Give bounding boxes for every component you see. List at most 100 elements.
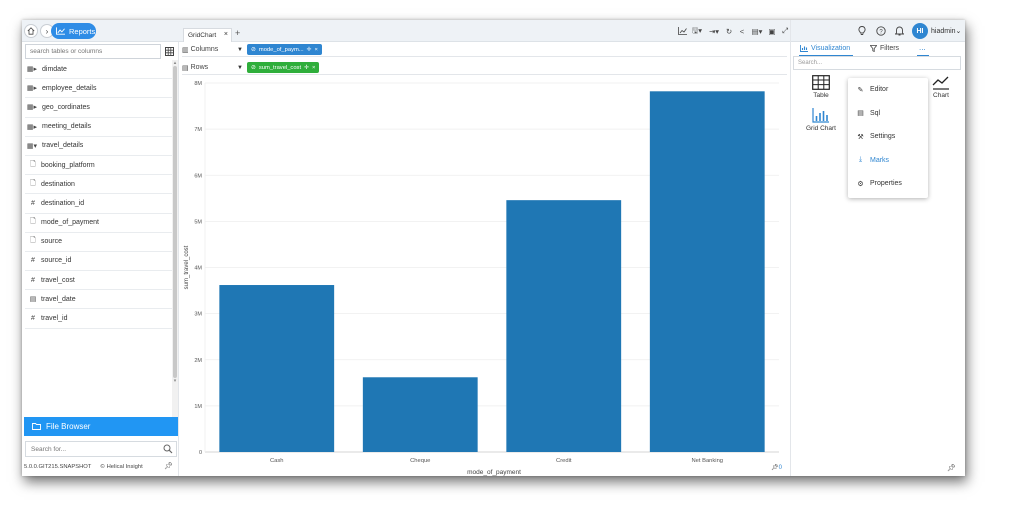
refresh-icon[interactable]: ↻: [724, 26, 734, 36]
columns-dropdown-icon[interactable]: ▼: [237, 47, 247, 53]
pin-icon[interactable]: 📌︎: [164, 462, 173, 470]
drag-handle-icon[interactable]: ✛: [304, 65, 309, 71]
tab-filters[interactable]: Filters: [870, 45, 899, 52]
grid-view-toggle[interactable]: [164, 46, 175, 57]
rows-field-pill[interactable]: ⊘ sum_travel_cost ✛ ×: [247, 62, 320, 73]
tree-item-label: geo_cordinates: [42, 103, 90, 111]
add-tab-icon[interactable]: +: [235, 28, 240, 38]
reports-button[interactable]: Reports: [51, 23, 96, 39]
bar-chart-icon: [812, 108, 829, 123]
tree-table-meeting-details[interactable]: ▦▸ meeting_details: [25, 118, 172, 137]
copyright-icon: ©: [100, 464, 105, 470]
menu-item-properties[interactable]: ⚙ Properties: [848, 172, 928, 196]
fullscreen-icon[interactable]: ⤢: [780, 26, 790, 36]
scroll-down-icon[interactable]: ▾: [172, 378, 178, 384]
tree-column-destination-id[interactable]: # destination_id: [25, 194, 172, 214]
visualization-search-input[interactable]: Search...: [793, 56, 961, 70]
y-tick-label: 2M: [194, 358, 202, 364]
gear-icon: ⚙: [857, 180, 864, 188]
file-browser-button[interactable]: File Browser: [24, 417, 178, 436]
right-tabs: Visualization Filters ...: [791, 42, 965, 56]
table-search-row: [25, 44, 176, 59]
table-caret-down-icon: ▦▾: [26, 142, 38, 150]
menu-item-marks[interactable]: ⤓ Marks: [848, 149, 928, 173]
tree-item-label: travel_details: [42, 142, 84, 150]
bar[interactable]: [362, 377, 478, 452]
menu-item-editor[interactable]: ✎ Editor: [848, 78, 928, 102]
tree-column-destination[interactable]: 🗋 destination: [25, 175, 172, 195]
file-search-box: [25, 441, 177, 457]
lightbulb-icon[interactable]: [856, 25, 868, 37]
y-tick-label: 1M: [194, 404, 202, 410]
y-tick-label: 7M: [194, 127, 202, 133]
columns-shelf-label: ▥ Columns: [182, 46, 237, 54]
chevron-down-icon: ⌄: [955, 28, 962, 35]
more-options-button[interactable]: ...: [919, 43, 926, 52]
tree-column-source[interactable]: 🗋 source: [25, 233, 172, 252]
wrench-icon: ⚒: [857, 133, 864, 141]
grid-icon: [165, 47, 174, 56]
y-tick-label: 6M: [194, 173, 202, 179]
tree-table-geo-cordinates[interactable]: ▦▸ geo_cordinates: [25, 98, 172, 118]
present-icon[interactable]: ▣: [767, 26, 777, 36]
chart-pin-button[interactable]: 📌︎0: [771, 464, 782, 471]
columns-field-pill[interactable]: ⊘ mode_of_paym... ✛ ×: [247, 44, 322, 55]
menu-item-sql[interactable]: ▤ Sql: [848, 102, 928, 126]
drag-handle-icon[interactable]: ✛: [307, 47, 312, 53]
bar[interactable]: [219, 285, 335, 452]
bar-chart: 0 1M 2M 3M 4M 5M 6M 7M 8M Cash Cheque Credit Net Ban…: [179, 78, 790, 476]
tab-visualization[interactable]: Visualization: [800, 45, 850, 52]
right-panel-pin-icon[interactable]: 📌︎: [947, 464, 956, 472]
line-chart-toolbar-icon[interactable]: [677, 26, 687, 36]
close-icon[interactable]: ×: [224, 31, 228, 38]
menu-item-settings[interactable]: ⚒ Settings: [848, 125, 928, 149]
file-search-input[interactable]: [26, 442, 161, 456]
text-field-icon: 🗋: [30, 160, 36, 168]
tree-item-label: booking_platform: [41, 161, 95, 169]
tree-table-travel-details[interactable]: ▦▾ travel_details: [25, 137, 172, 156]
table-search-input[interactable]: [25, 44, 161, 59]
help-icon[interactable]: ?: [875, 25, 887, 37]
menu-item-label: Sql: [870, 109, 881, 117]
y-tick-label: 3M: [194, 312, 202, 318]
share-icon[interactable]: <: [737, 26, 747, 36]
menu-item-label: Properties: [870, 180, 902, 188]
bell-icon[interactable]: [893, 25, 905, 37]
tree-column-booking-platform[interactable]: 🗋 booking_platform: [25, 156, 172, 176]
home-button[interactable]: [24, 24, 38, 38]
reports-chart-icon: [56, 27, 65, 35]
tree-column-travel-cost[interactable]: # travel_cost: [25, 271, 172, 291]
remove-icon[interactable]: ×: [315, 47, 318, 53]
viz-grid-chart[interactable]: Grid Chart: [801, 108, 841, 132]
columns-shelf: ▥ Columns ▼ ⊘ mode_of_paym... ✛ ×: [182, 43, 787, 57]
scroll-up-icon[interactable]: ▴: [172, 60, 178, 66]
schema-tree: ▦▸ dimdate ▦▸ employee_details ▦▸ geo_co…: [25, 60, 172, 418]
tree-column-travel-id[interactable]: # travel_id: [25, 309, 172, 329]
shelf-rows-icon: ▤: [182, 64, 189, 72]
tab-gridchart[interactable]: GridChart ×: [183, 28, 232, 42]
tree-item-label: travel_cost: [41, 276, 75, 284]
tree-column-mode-of-payment[interactable]: 🗋 mode_of_payment: [25, 214, 172, 233]
tree-column-source-id[interactable]: # source_id: [25, 252, 172, 272]
export-icon[interactable]: ⇥▾: [707, 26, 721, 36]
x-axis-title: mode_of_payment: [467, 469, 521, 476]
bar[interactable]: [649, 91, 765, 453]
tree-column-travel-date[interactable]: ▤ travel_date: [25, 290, 172, 310]
user-menu[interactable]: hiadmin⌄: [931, 27, 961, 35]
search-icon[interactable]: [163, 444, 173, 454]
rows-pill-label: sum_travel_cost: [258, 64, 302, 71]
tree-table-dimdate[interactable]: ▦▸ dimdate: [25, 60, 172, 80]
tree-scrollbar-thumb[interactable]: [173, 66, 177, 378]
check-circle-icon: ⊘: [251, 64, 256, 71]
tree-table-employee-details[interactable]: ▦▸ employee_details: [25, 79, 172, 99]
save-icon[interactable]: 🖫︎▾: [690, 26, 704, 36]
report-toolbar: 🖫︎▾ ⇥▾ ↻ < ▤▾ ▣ ⤢: [677, 25, 790, 37]
layout-icon[interactable]: ▤▾: [750, 26, 764, 36]
avatar[interactable]: HI: [912, 23, 928, 39]
remove-icon[interactable]: ×: [312, 65, 315, 71]
viz-table[interactable]: Table: [801, 75, 841, 99]
bar[interactable]: [506, 200, 622, 452]
bar-chart-svg: 0 1M 2M 3M 4M 5M 6M 7M 8M Cash Cheque Credit Net Ban…: [184, 81, 779, 476]
chevron-right-icon: ›: [45, 26, 49, 36]
rows-dropdown-icon[interactable]: ▼: [237, 65, 247, 71]
